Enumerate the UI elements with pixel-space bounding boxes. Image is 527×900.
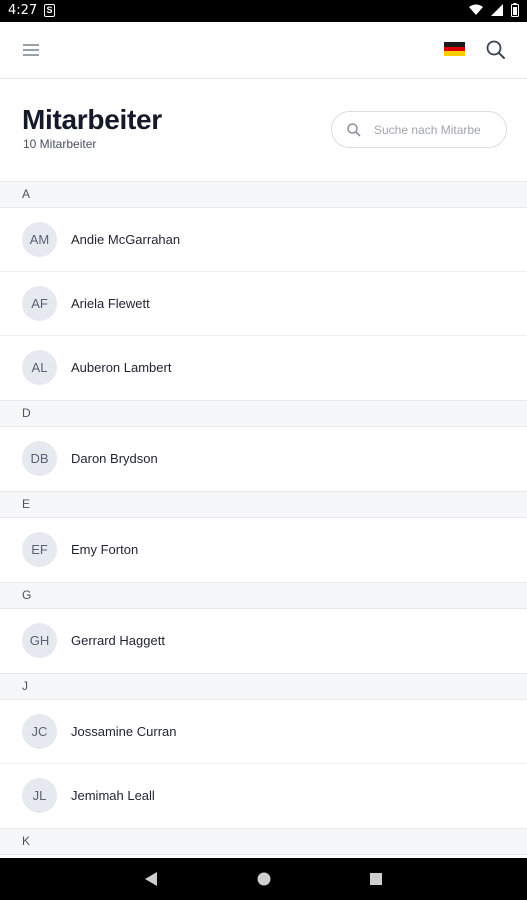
recents-square-icon[interactable] [356, 858, 396, 900]
employee-row[interactable]: EF Emy Forton [0, 518, 527, 582]
employee-name: Daron Brydson [71, 451, 158, 466]
system-nav-bar [0, 858, 527, 900]
employee-name: Ariela Flewett [71, 296, 150, 311]
employee-row[interactable]: AL Auberon Lambert [0, 336, 527, 400]
avatar: GH [22, 623, 57, 658]
status-time: 4:27 [8, 3, 38, 18]
search-icon[interactable] [484, 38, 508, 62]
german-flag-icon[interactable] [444, 42, 465, 57]
s-app-icon: S [44, 4, 55, 17]
page-title: Mitarbeiter [22, 104, 162, 135]
section-header-j: J [0, 673, 527, 700]
employee-name: Jemimah Leall [71, 788, 155, 803]
avatar: JL [22, 778, 57, 813]
employee-row[interactable]: AF Ariela Flewett [0, 272, 527, 336]
avatar: EF [22, 532, 57, 567]
back-triangle-icon[interactable] [131, 858, 171, 900]
status-icons [469, 3, 519, 17]
employee-row[interactable]: JC Jossamine Curran [0, 700, 527, 764]
employee-search-input[interactable] [374, 112, 504, 147]
section-header-k: K [0, 828, 527, 855]
employee-name: Auberon Lambert [71, 360, 172, 375]
section-header-e: E [0, 491, 527, 518]
home-circle-icon[interactable] [244, 858, 284, 900]
employee-row[interactable]: DB Daron Brydson [0, 427, 527, 491]
wifi-icon [469, 4, 483, 15]
employee-count: 10 Mitarbeiter [23, 137, 97, 151]
section-header-d: D [0, 400, 527, 427]
employee-row[interactable]: GH Gerrard Haggett [0, 609, 527, 673]
search-field-icon [347, 123, 361, 137]
employee-name: Andie McGarrahan [71, 232, 181, 247]
battery-icon [511, 3, 519, 17]
employee-row[interactable]: AM Andie McGarrahan [0, 208, 527, 272]
employee-name: Jossamine Curran [71, 724, 177, 739]
avatar: AM [22, 222, 57, 257]
status-bar: 4:27 S [0, 0, 527, 22]
page-header: Mitarbeiter 10 Mitarbeiter [0, 79, 527, 181]
signal-icon [491, 4, 503, 16]
avatar: DB [22, 441, 57, 476]
section-header-a: A [0, 181, 527, 208]
employee-name: Emy Forton [71, 542, 139, 557]
hamburger-menu-icon[interactable] [22, 42, 42, 60]
avatar: AL [22, 350, 57, 385]
employee-search-field[interactable] [331, 111, 507, 148]
employee-row[interactable]: JL Jemimah Leall [0, 764, 527, 828]
avatar: AF [22, 286, 57, 321]
employee-name: Gerrard Haggett [71, 633, 165, 648]
avatar: JC [22, 714, 57, 749]
section-header-g: G [0, 582, 527, 609]
employee-list: A AM Andie McGarrahan AF Ariela Flewett … [0, 181, 527, 855]
